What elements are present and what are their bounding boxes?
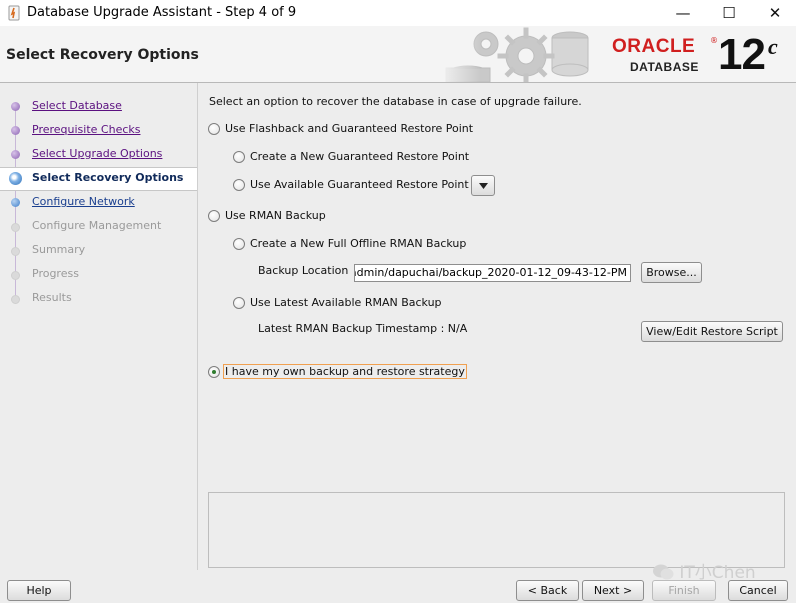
flashback-radio[interactable] — [208, 123, 220, 135]
nav-step-label: Configure Management — [32, 219, 162, 232]
create-rman-backup-label[interactable]: Create a New Full Offline RMAN Backup — [250, 237, 466, 250]
view-edit-restore-script-button[interactable]: View/Edit Restore Script — [641, 321, 783, 342]
backup-location-input[interactable]: C:\app\admin/dapuchai/backup_2020-01-12_… — [354, 264, 631, 282]
step-next-icon — [11, 198, 20, 207]
nav-step-summary: Summary — [0, 240, 197, 262]
use-latest-rman-backup-radio[interactable] — [233, 297, 245, 309]
use-available-restore-point-label[interactable]: Use Available Guaranteed Restore Point — [250, 178, 469, 191]
nav-step-select-upgrade-options[interactable]: Select Upgrade Options — [0, 144, 197, 166]
oracle-logo: ORACLE ® DATABASE — [612, 36, 718, 76]
nav-step-label: Select Database — [32, 99, 122, 112]
flashback-label[interactable]: Use Flashback and Guaranteed Restore Poi… — [225, 122, 473, 135]
nav-step-label: Select Recovery Options — [32, 171, 184, 184]
step-pending-icon — [11, 295, 20, 304]
header-banner: Select Recovery Options ORACLE ® DATABAS… — [0, 26, 796, 83]
step-done-icon — [11, 126, 20, 135]
step-pending-icon — [11, 223, 20, 232]
next-button[interactable]: Next > — [582, 580, 644, 601]
create-restore-point-radio[interactable] — [233, 151, 245, 163]
use-latest-rman-backup-label[interactable]: Use Latest Available RMAN Backup — [250, 296, 442, 309]
create-restore-point-label[interactable]: Create a New Guaranteed Restore Point — [250, 150, 469, 163]
back-button[interactable]: < Back — [516, 580, 579, 601]
maximize-button[interactable]: ☐ — [706, 0, 752, 26]
app-icon — [8, 5, 20, 21]
step-current-icon — [9, 172, 22, 185]
cancel-button[interactable]: Cancel — [728, 580, 788, 601]
oracle-wordmark: ORACLE — [612, 36, 696, 57]
minimize-button[interactable]: — — [660, 0, 706, 26]
rman-backup-radio[interactable] — [208, 210, 220, 222]
help-button[interactable]: Help — [7, 580, 71, 601]
own-strategy-label[interactable]: I have my own backup and restore strateg… — [223, 364, 467, 379]
close-button[interactable]: ✕ — [752, 0, 796, 26]
gears-database-graphic — [438, 26, 608, 82]
message-area — [208, 492, 785, 568]
window-title: Database Upgrade Assistant - Step 4 of 9 — [27, 5, 297, 20]
version-suffix: c — [768, 34, 778, 59]
database-label: DATABASE — [630, 60, 699, 74]
own-strategy-radio[interactable] — [208, 366, 220, 378]
step-done-icon — [11, 102, 20, 111]
registered-mark: ® — [710, 36, 718, 45]
restore-point-dropdown[interactable] — [471, 175, 495, 196]
nav-step-label: Prerequisite Checks — [32, 123, 141, 136]
nav-step-configure-network[interactable]: Configure Network — [0, 192, 197, 214]
nav-step-label: Select Upgrade Options — [32, 147, 163, 160]
instruction-text: Select an option to recover the database… — [209, 95, 582, 108]
steps-navigation: Select Database Prerequisite Checks Sele… — [0, 83, 197, 570]
nav-step-configure-management: Configure Management — [0, 216, 197, 238]
nav-step-label: Progress — [32, 267, 79, 280]
nav-step-select-database[interactable]: Select Database — [0, 96, 197, 118]
page-title: Select Recovery Options — [6, 47, 199, 63]
latest-backup-timestamp: Latest RMAN Backup Timestamp : N/A — [258, 322, 468, 335]
nav-step-prerequisite-checks[interactable]: Prerequisite Checks — [0, 120, 197, 142]
nav-step-progress: Progress — [0, 264, 197, 286]
title-bar: Database Upgrade Assistant - Step 4 of 9… — [0, 0, 796, 26]
nav-step-label: Configure Network — [32, 195, 135, 208]
step-done-icon — [11, 150, 20, 159]
create-rman-backup-radio[interactable] — [233, 238, 245, 250]
wechat-icon — [652, 563, 674, 581]
nav-step-select-recovery-options[interactable]: Select Recovery Options — [0, 167, 197, 191]
browse-button[interactable]: Browse... — [641, 262, 702, 283]
version-number: 12 — [718, 30, 766, 79]
finish-button[interactable]: Finish — [652, 580, 716, 601]
backup-location-label: Backup Location — [258, 264, 349, 277]
step-pending-icon — [11, 247, 20, 256]
rman-backup-label[interactable]: Use RMAN Backup — [225, 209, 326, 222]
nav-step-results: Results — [0, 288, 197, 310]
use-available-restore-point-radio[interactable] — [233, 179, 245, 191]
nav-step-label: Results — [32, 291, 72, 304]
step-pending-icon — [11, 271, 20, 280]
chevron-down-icon — [478, 182, 488, 189]
nav-step-label: Summary — [32, 243, 86, 256]
